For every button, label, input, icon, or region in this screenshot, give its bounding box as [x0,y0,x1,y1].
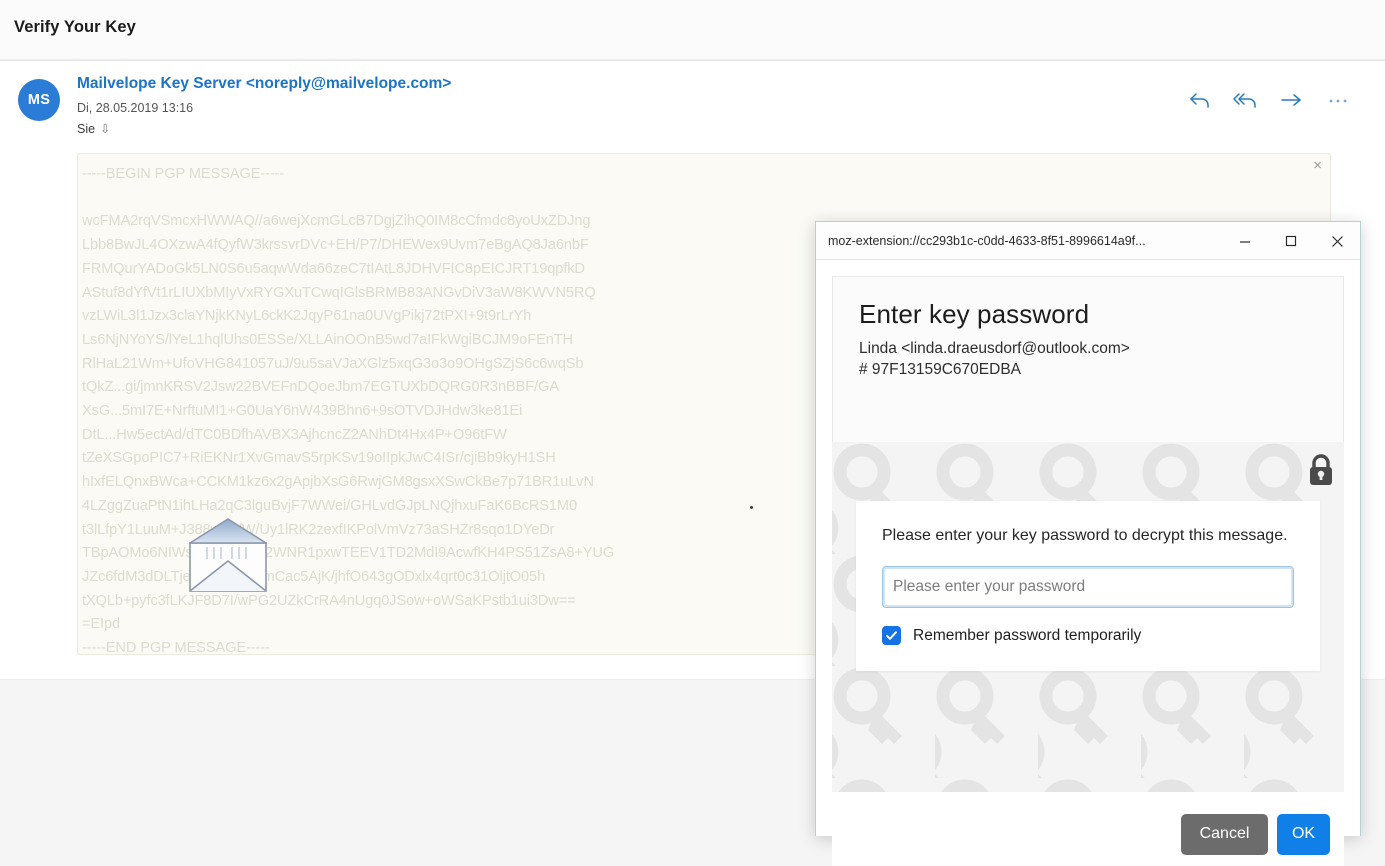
avatar: MS [18,79,60,121]
recipient-label: Sie [77,122,96,136]
dialog-header-card: Enter key password Linda <linda.draeusdo… [832,276,1344,442]
window-controls [1222,222,1360,260]
pgp-close-icon[interactable]: × [1313,158,1322,173]
mail-date: Di, 28.05.2019 13:16 [77,101,194,115]
dialog-titlebar: moz-extension://cc293b1c-c0dd-4633-8f51-… [816,222,1360,260]
app-root: Verify Your Key MS Mailvelope Key Server… [0,0,1385,866]
remember-password-row[interactable]: Remember password temporarily [882,626,1294,645]
remember-password-label: Remember password temporarily [913,626,1142,644]
sender-name[interactable]: Mailvelope Key Server <noreply@mailvelop… [77,75,451,93]
forward-icon[interactable] [1279,87,1305,113]
more-icon[interactable] [1325,87,1351,113]
app-header: Verify Your Key [0,0,1385,60]
page-title: Verify Your Key [14,18,136,36]
cancel-button[interactable]: Cancel [1181,813,1268,855]
recipient-row[interactable]: Sie ⇩ [77,122,110,136]
remember-password-checkbox[interactable] [882,626,901,645]
dialog-url: moz-extension://cc293b1c-c0dd-4633-8f51-… [828,233,1146,248]
password-input[interactable] [882,566,1294,608]
password-prompt-card: Please enter your key password to decryp… [856,501,1320,671]
minimize-button[interactable] [1222,222,1268,260]
chevron-double-down-icon[interactable]: ⇩ [100,123,110,135]
extension-dialog-window: moz-extension://cc293b1c-c0dd-4633-8f51-… [815,221,1361,866]
key-owner: Linda <linda.draeusdorf@outlook.com> [859,340,1130,357]
close-button[interactable] [1314,222,1360,260]
reply-icon[interactable] [1187,87,1213,113]
dialog-footer: Cancel OK [832,792,1344,866]
ok-button[interactable]: OK [1277,813,1330,855]
lock-icon [1306,453,1336,492]
dialog-body: Enter key password Linda <linda.draeusdo… [816,260,1360,866]
key-id: # 97F13159C670EDBA [859,361,1022,378]
reply-all-icon[interactable] [1233,87,1259,113]
prompt-text: Please enter your key password to decryp… [882,527,1288,544]
dialog-title: Enter key password [859,299,1090,329]
mail-actions-toolbar [1187,87,1351,113]
maximize-button[interactable] [1268,222,1314,260]
pgp-cursor-dot [750,506,753,509]
